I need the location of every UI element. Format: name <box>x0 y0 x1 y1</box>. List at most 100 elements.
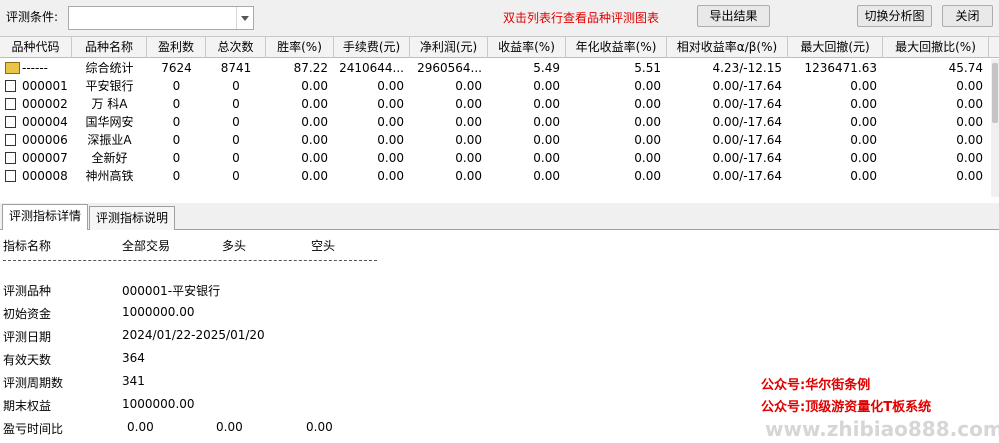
cell-profit: 0.00 <box>455 97 482 111</box>
watermark-text: 公众号:华尔街条例 <box>761 378 871 393</box>
column-header-return[interactable]: 收益率(%) <box>488 37 566 58</box>
cell-fee: 2410644... <box>339 61 404 75</box>
table-row[interactable]: 000001 平安银行 0 0 0.00 0.00 0.00 0.00 0.00 0.00/-17… <box>0 77 990 95</box>
tab-metric-details[interactable]: 评测指标详情 <box>2 204 89 231</box>
cell-max-drawdown-ratio: 0.00 <box>956 169 983 183</box>
cell-wins: 0 <box>172 79 181 93</box>
condition-combobox[interactable] <box>68 6 254 30</box>
metric-all: 1000000.00 <box>122 305 195 319</box>
cell-max-drawdown-ratio: 45.74 <box>948 61 983 75</box>
cell-max-drawdown-ratio: 0.00 <box>956 151 983 165</box>
cell-return: 0.00 <box>533 115 560 129</box>
cell-annual-return: 0.00 <box>634 151 661 165</box>
metric-all: 341 <box>122 374 145 388</box>
cell-fee: 0.00 <box>377 79 404 93</box>
metric-all: 2024/01/22-2025/01/20 <box>122 328 265 342</box>
column-header-fee[interactable]: 手续费(元) <box>334 37 410 58</box>
cell-alpha-beta: 0.00/-17.64 <box>712 97 782 111</box>
column-header-code[interactable]: 品种代码 <box>0 37 72 58</box>
column-header-alpha-beta[interactable]: 相对收益率α/β(%) <box>667 37 788 58</box>
cell-alpha-beta: 4.23/-12.15 <box>712 61 782 75</box>
cell-max-drawdown-ratio: 0.00 <box>956 97 983 111</box>
column-header-annual-return[interactable]: 年化收益率(%) <box>566 37 667 58</box>
watermark-text: www.zhibiao888.com <box>765 417 999 441</box>
cell-total: 0 <box>232 169 240 183</box>
cell-max-drawdown: 1236471.63 <box>804 61 877 75</box>
metric-all: 000001-平安银行 <box>122 284 221 298</box>
chevron-down-icon[interactable] <box>236 7 253 29</box>
table-row[interactable]: ------ 综合统计 7624 8741 87.22 2410644... 2960564… <box>0 59 990 77</box>
table-row[interactable]: 000007 全新好 0 0 0.00 0.00 0.00 0.00 0.00 0.00/-17.… <box>0 149 990 167</box>
column-header-total[interactable]: 总次数 <box>206 37 266 58</box>
cell-return: 0.00 <box>533 79 560 93</box>
cell-winrate: 0.00 <box>301 151 328 165</box>
cell-alpha-beta: 0.00/-17.64 <box>712 169 782 183</box>
cell-profit: 2960564... <box>417 61 482 75</box>
cell-total: 0 <box>232 115 240 129</box>
metric-long: 0.00 <box>216 420 243 434</box>
vertical-scrollbar[interactable] <box>991 59 999 197</box>
cell-fee: 0.00 <box>377 151 404 165</box>
detail-header-name: 指标名称 <box>3 239 52 253</box>
cell-total: 0 <box>232 79 240 93</box>
cell-wins: 0 <box>172 169 181 183</box>
column-header-wins[interactable]: 盈利数 <box>147 37 206 58</box>
table-row[interactable]: 000006 深振业A 0 0 0.00 0.00 0.00 0.00 0.00 0.00/-17… <box>0 131 990 149</box>
toolbar: 评测条件: 双击列表行查看品种评测图表 导出结果 切换分析图 关闭 <box>0 0 999 36</box>
table-row[interactable]: 000002 万 科A 0 0 0.00 0.00 0.00 0.00 0.00 0.00/-17… <box>0 95 990 113</box>
export-results-button[interactable]: 导出结果 <box>697 5 770 27</box>
cell-wins: 0 <box>172 133 181 147</box>
cell-name: 国华网安 <box>85 115 134 129</box>
cell-winrate: 0.00 <box>301 169 328 183</box>
cell-total: 0 <box>232 151 240 165</box>
cell-code: 000004 <box>22 115 68 129</box>
tab-metric-description[interactable]: 评测指标说明 <box>89 206 176 230</box>
metric-label: 盈亏时间比 <box>3 422 64 436</box>
cell-profit: 0.00 <box>455 79 482 93</box>
cell-return: 0.00 <box>533 97 560 111</box>
cell-alpha-beta: 0.00/-17.64 <box>712 115 782 129</box>
switch-chart-button[interactable]: 切换分析图 <box>857 5 932 27</box>
close-button[interactable]: 关闭 <box>942 5 993 27</box>
cell-alpha-beta: 0.00/-17.64 <box>712 133 782 147</box>
metric-all: 364 <box>122 351 145 365</box>
column-header-max-drawdown[interactable]: 最大回撤(元) <box>788 37 883 58</box>
cell-name: 深振业A <box>87 133 132 147</box>
cell-wins: 0 <box>172 151 181 165</box>
cell-code: 000007 <box>22 151 68 165</box>
cell-winrate: 0.00 <box>301 97 328 111</box>
column-header-profit[interactable]: 净利润(元) <box>410 37 488 58</box>
cell-name: 神州高铁 <box>85 169 134 183</box>
cell-total: 8741 <box>220 61 252 75</box>
cell-max-drawdown: 0.00 <box>850 151 877 165</box>
detail-header-long: 多头 <box>222 239 247 253</box>
cell-winrate: 0.00 <box>301 133 328 147</box>
table-header: 品种代码 品种名称 盈利数 总次数 胜率(%) 手续费(元) 净利润(元) 收益率(%) 年化收… <box>0 37 999 58</box>
metric-all: 0.00 <box>127 420 154 434</box>
column-header-name[interactable]: 品种名称 <box>72 37 147 58</box>
table-row[interactable]: 000008 神州高铁 0 0 0.00 0.00 0.00 0.00 0.00 0.00/-17… <box>0 167 990 185</box>
cell-fee: 0.00 <box>377 115 404 129</box>
column-header-winrate[interactable]: 胜率(%) <box>266 37 334 58</box>
cell-winrate: 0.00 <box>301 79 328 93</box>
cell-fee: 0.00 <box>377 97 404 111</box>
cell-return: 0.00 <box>533 133 560 147</box>
cell-return: 5.49 <box>533 61 560 75</box>
cell-fee: 0.00 <box>377 133 404 147</box>
cell-alpha-beta: 0.00/-17.64 <box>712 79 782 93</box>
cell-annual-return: 0.00 <box>634 133 661 147</box>
results-table: 品种代码 品种名称 盈利数 总次数 胜率(%) 手续费(元) 净利润(元) 收益率(%) 年化收… <box>0 36 999 197</box>
cell-fee: 0.00 <box>377 169 404 183</box>
metric-label: 评测周期数 <box>3 376 64 390</box>
cell-name: 全新好 <box>91 151 128 165</box>
cell-max-drawdown: 0.00 <box>850 115 877 129</box>
cell-max-drawdown-ratio: 0.00 <box>956 133 983 147</box>
detail-header-all: 全部交易 <box>122 239 171 253</box>
cell-return: 0.00 <box>533 151 560 165</box>
column-header-max-drawdown-ratio[interactable]: 最大回撤比(%) <box>883 37 989 58</box>
cell-code: 000008 <box>22 169 68 183</box>
cell-profit: 0.00 <box>455 133 482 147</box>
cell-name: 万 科A <box>91 97 128 111</box>
table-row[interactable]: 000004 国华网安 0 0 0.00 0.00 0.00 0.00 0.00 0.00/-17… <box>0 113 990 131</box>
cell-max-drawdown: 0.00 <box>850 79 877 93</box>
